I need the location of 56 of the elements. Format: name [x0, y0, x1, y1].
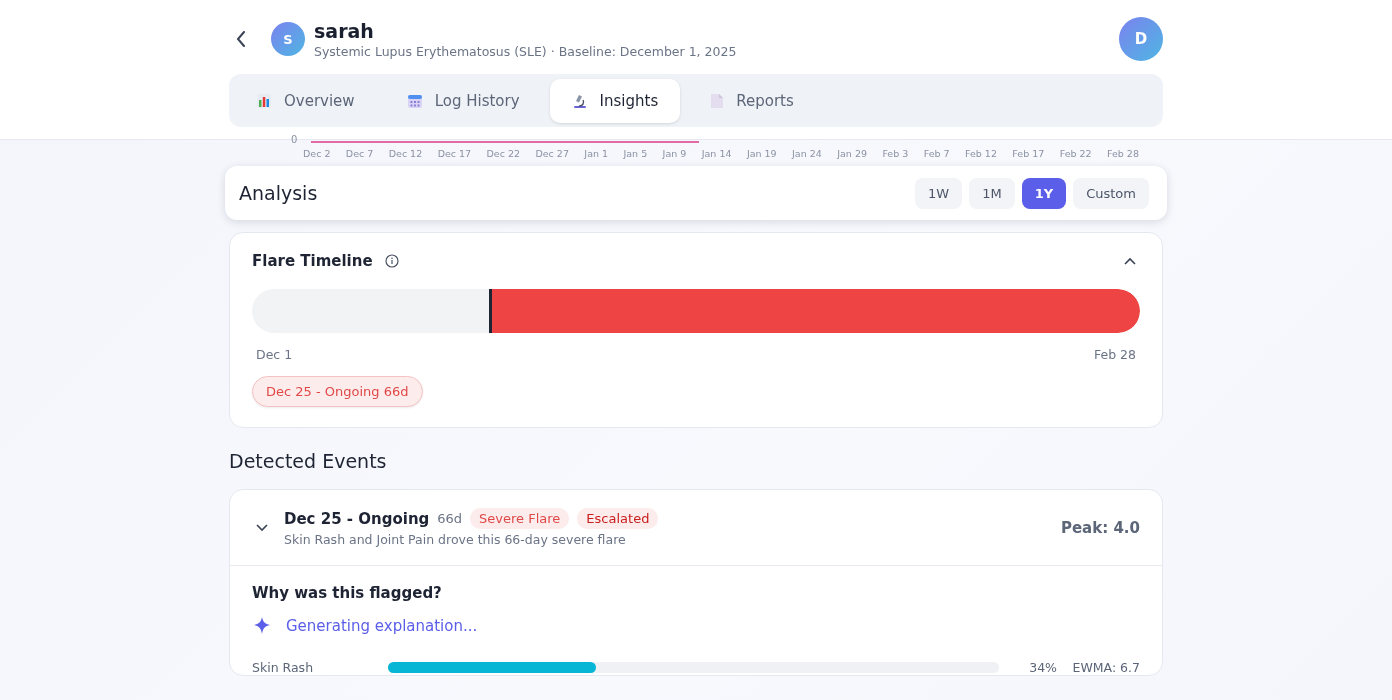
axis-label: Feb 3 — [882, 148, 909, 159]
generating-text: Generating explanation... — [286, 617, 478, 635]
axis-label: Dec 17 — [437, 148, 472, 159]
axis-label: Feb 22 — [1059, 148, 1092, 159]
tab[interactable]: Overview — [234, 78, 377, 123]
axis-label: Jan 19 — [746, 148, 777, 159]
calendar-icon — [406, 92, 423, 109]
bar-chart-icon — [256, 92, 272, 109]
patient-name: sarah — [314, 19, 375, 42]
event-duration: 66d — [437, 511, 463, 526]
peak-value: Peak: 4.0 — [1060, 518, 1140, 537]
patient-avatar: S — [271, 22, 305, 56]
tab[interactable]: Log History — [384, 78, 542, 123]
axis-label: Dec 7 — [345, 148, 374, 159]
axis-label: Jan 5 — [623, 148, 648, 159]
patient-subtitle: Systemic Lupus Erythematosus (SLE) · Baseline: December 1, 2025 — [314, 43, 738, 59]
event-title: Dec 25 - Ongoing — [284, 509, 430, 528]
axis-label: Jan 9 — [662, 148, 687, 159]
flare-chip[interactable]: Dec 25 - Ongoing 66d — [252, 376, 423, 407]
range-button[interactable]: 1W — [915, 177, 963, 209]
axis-label: Jan 24 — [792, 148, 822, 159]
event-summary: Skin Rash and Joint Pain drove this 66-day severe flare — [284, 532, 627, 547]
axis-label: Feb 17 — [1012, 148, 1045, 159]
timeline-start-label: Dec 1 — [256, 347, 293, 362]
section-title: Detected Events — [229, 450, 388, 472]
axis-label: Feb 28 — [1107, 148, 1139, 159]
range-button[interactable]: Custom — [1073, 177, 1149, 209]
axis-label: Dec 2 — [303, 148, 331, 159]
axis-label: Dec 27 — [535, 148, 569, 159]
range-button[interactable]: 1M — [969, 177, 1015, 209]
analysis-title: Analysis — [239, 182, 319, 204]
range-button[interactable]: 1Y — [1021, 177, 1067, 209]
factor-name: Skin Rash — [252, 660, 315, 675]
factor-ewma: EWMA: 6.7 — [1071, 660, 1140, 675]
info-icon[interactable] — [384, 254, 399, 268]
user-avatar[interactable]: D — [1119, 17, 1163, 61]
tab[interactable]: Insights — [549, 78, 681, 123]
axis-label: Jan 1 — [584, 148, 609, 159]
event-tag: Severe Flare — [470, 508, 570, 529]
axis-label: Dec 12 — [388, 148, 423, 159]
axis-label: Jan 14 — [701, 148, 732, 159]
axis-label: Dec 22 — [486, 148, 521, 159]
event-tag: Escalated — [577, 508, 659, 529]
chevron-icon — [1124, 257, 1136, 265]
axis-label: Feb 12 — [965, 148, 997, 159]
microscope-icon — [571, 92, 588, 109]
factor-percent: 34% — [1028, 660, 1057, 675]
chevron-icon — [256, 523, 268, 532]
axis-tick: 0 — [291, 134, 298, 145]
timeline-end-label: Feb 28 — [1094, 347, 1136, 362]
axis-label: Jan 29 — [837, 148, 867, 159]
flare-timeline-title: Flare Timeline — [252, 252, 373, 270]
axis-label: Feb 7 — [923, 148, 950, 159]
tab[interactable]: Reports — [688, 78, 816, 123]
document-icon — [710, 92, 725, 109]
why-heading: Why was this flagged? — [252, 584, 443, 602]
